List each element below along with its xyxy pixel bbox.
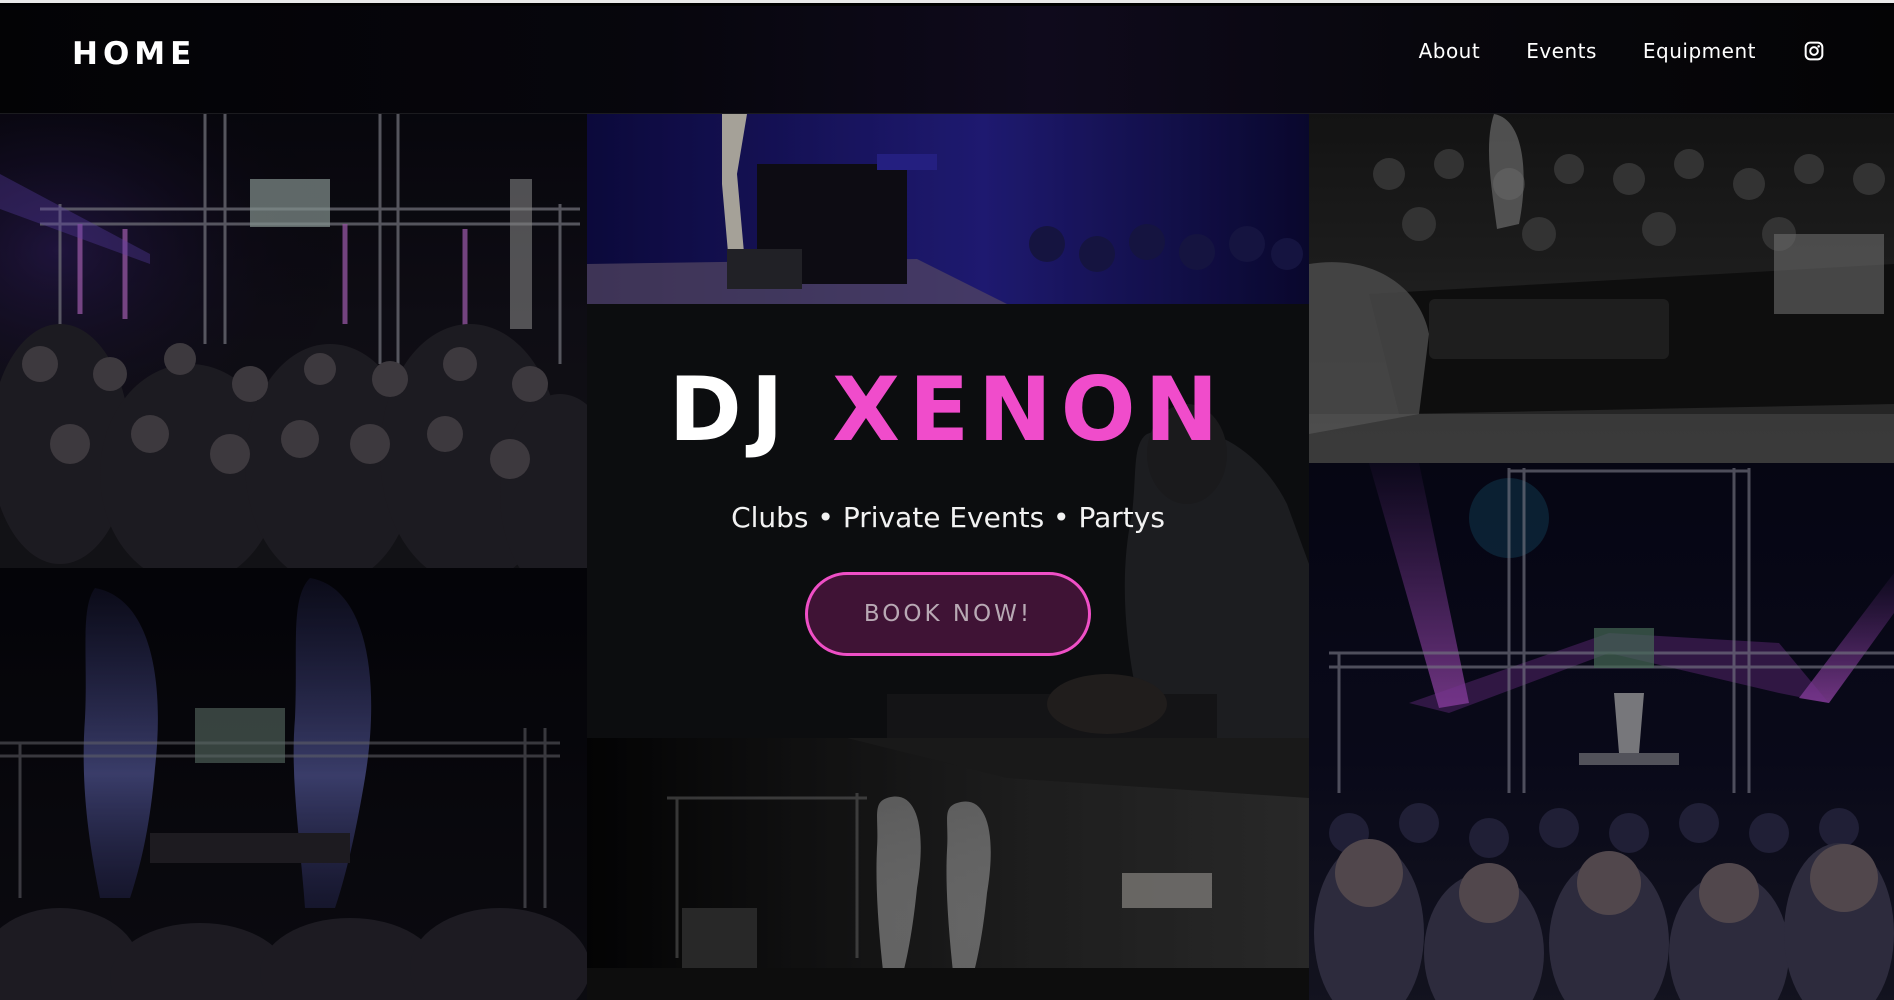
photo-hall-smoke-center [587, 738, 1309, 1000]
nav-equipment-link[interactable]: Equipment [1643, 39, 1756, 63]
nav-about-link[interactable]: About [1419, 39, 1481, 63]
hero-title-dj: DJ [668, 358, 793, 461]
nav-events-link[interactable]: Events [1526, 39, 1597, 63]
hero-title-name: XENON [832, 358, 1228, 461]
hero-title: DJ XENON [587, 366, 1309, 454]
photo-smoke-stage-left [0, 568, 587, 1000]
photo-dj-decks-bw [1309, 114, 1894, 463]
instagram-icon[interactable] [1804, 41, 1824, 61]
book-now-button[interactable]: BOOK NOW! [805, 572, 1091, 656]
photo-stage-purple-beams [1309, 463, 1894, 1000]
home-logo-link[interactable]: HOME [72, 36, 196, 72]
hero-subtitle: Clubs • Private Events • Partys [731, 501, 1165, 534]
site-header: HOME About Events Equipment [0, 6, 1894, 114]
photo-crowd-stage-left [0, 114, 587, 568]
photo-dj-stage-blue [587, 114, 1309, 304]
hero-panel: DJ XENON Clubs • Private Events • Partys… [587, 304, 1309, 738]
main-nav: About Events Equipment [1373, 39, 1824, 63]
